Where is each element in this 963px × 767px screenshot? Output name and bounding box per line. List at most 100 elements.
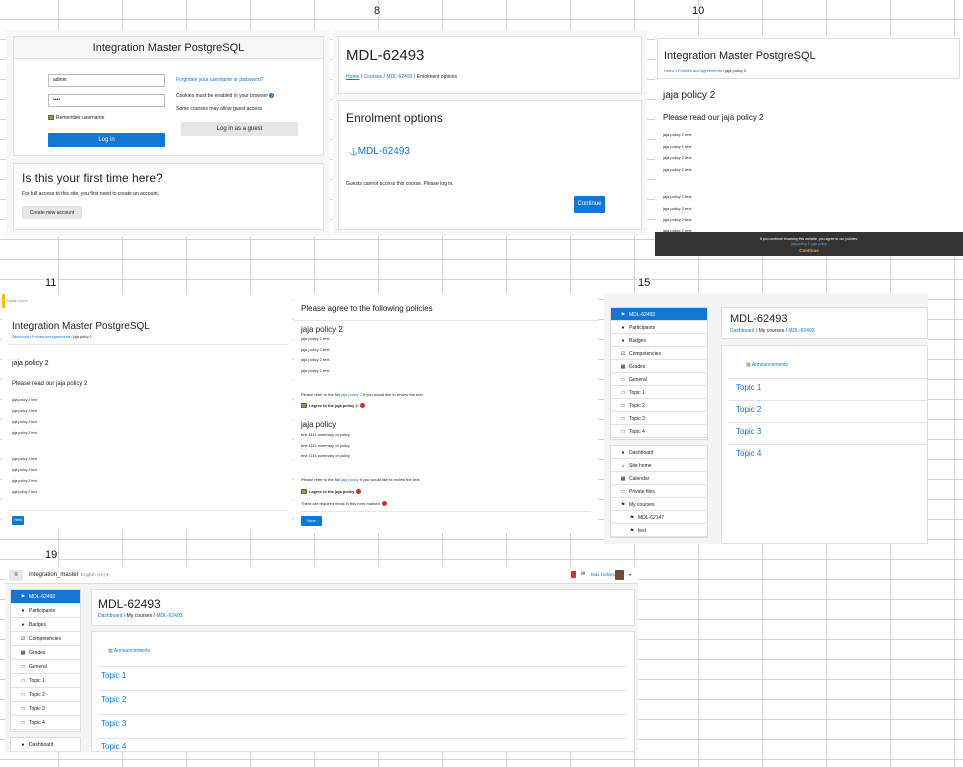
nav-grades[interactable]: ▦ Grades bbox=[611, 360, 707, 373]
nav-calendar[interactable]: ▦ Calendar bbox=[611, 472, 707, 485]
message-icon[interactable]: ✉ bbox=[581, 571, 585, 577]
forgot-link[interactable]: Forgotten your username or password? bbox=[176, 77, 264, 83]
crumb-current: Enrolment options bbox=[416, 74, 457, 80]
nav-general[interactable]: □ General bbox=[611, 373, 707, 386]
nav-topic-4[interactable]: □ Topic 4 bbox=[611, 425, 707, 438]
nav-topic-3[interactable]: □ Topic 3 bbox=[611, 412, 707, 425]
help-icon[interactable]: ? bbox=[269, 93, 275, 98]
site-name[interactable]: integration_master bbox=[29, 572, 79, 578]
nav-dashboard[interactable]: ● Dashboard bbox=[11, 738, 80, 752]
cookie-continue-button[interactable]: Continue bbox=[655, 248, 963, 253]
nav-topic-4[interactable]: □ Topic 4 bbox=[11, 716, 80, 730]
menu-toggle-button[interactable]: ≡ bbox=[9, 570, 23, 581]
policy1-link[interactable]: jaja policy 2 bbox=[341, 392, 362, 397]
nav-grades[interactable]: ▦ Grades bbox=[11, 646, 80, 660]
topic-1-heading[interactable]: Topic 1 bbox=[736, 383, 761, 392]
checkbox-icon bbox=[301, 489, 307, 495]
notification-icon[interactable] bbox=[571, 571, 576, 578]
avatar[interactable] bbox=[615, 570, 624, 580]
course-link[interactable]: ⚓MDL-62493 bbox=[349, 146, 410, 157]
breadcrumb: Dashboard / Policies and agreements / ja… bbox=[12, 335, 92, 339]
topic-2-heading[interactable]: Topic 2 bbox=[101, 695, 126, 704]
nav-course-mdl-62147[interactable]: ⚑ MDL-62147 bbox=[611, 511, 707, 524]
crumb-my-courses[interactable]: My courses bbox=[127, 613, 153, 619]
refer-text: Please refer to the full bbox=[301, 477, 342, 482]
nav-badges[interactable]: ♦ Badges bbox=[611, 334, 707, 347]
crumb-home[interactable]: Home bbox=[346, 74, 359, 80]
next-button[interactable]: Next bbox=[301, 516, 322, 526]
guest-login-button[interactable]: Log in as a guest bbox=[181, 122, 298, 136]
nav-private-files[interactable]: □ Private files bbox=[611, 485, 707, 498]
nav-badges[interactable]: ♦ Badges bbox=[11, 618, 80, 632]
crumb-course[interactable]: MDL-62493 bbox=[788, 328, 814, 334]
policy2-agree-checkbox[interactable]: I agree to the jaja policy bbox=[301, 489, 362, 495]
nav-my-courses[interactable]: ⚑ My courses bbox=[611, 498, 707, 511]
crumb-my-courses[interactable]: My courses bbox=[759, 328, 785, 334]
crumb-policies[interactable]: Policies and agreements bbox=[678, 68, 722, 73]
topic-2-heading[interactable]: Topic 2 bbox=[736, 405, 761, 414]
nav-general[interactable]: □ General bbox=[11, 660, 80, 674]
policy-heading: jaja policy 2 bbox=[12, 360, 49, 367]
password-input[interactable]: •••• bbox=[48, 94, 165, 107]
nav-label: My courses bbox=[629, 502, 655, 508]
announcements-link[interactable]: ▩ Announcements bbox=[108, 648, 150, 654]
crumb-policies[interactable]: Policies and agreements bbox=[32, 335, 70, 339]
crumb-course[interactable]: MDL-62493 bbox=[386, 74, 412, 80]
policy-heading: jaja policy 2 bbox=[663, 90, 716, 101]
language-menu[interactable]: English (en) ▾ bbox=[6, 299, 27, 303]
nav-course[interactable]: ⚑ MDL-62493 bbox=[611, 308, 707, 321]
crumb-courses[interactable]: Courses bbox=[364, 74, 383, 80]
nav-topic-2[interactable]: □ Topic 2 bbox=[611, 399, 707, 412]
nav-participants[interactable]: ● Participants bbox=[11, 604, 80, 618]
remember-checkbox-row[interactable]: Remember username bbox=[48, 115, 104, 121]
crumb-dashboard[interactable]: Dashboard bbox=[12, 335, 29, 339]
nav-course[interactable]: ⚑ MDL-62493 bbox=[11, 590, 80, 604]
crumb-current: jaja policy 2 bbox=[73, 335, 92, 339]
nav-competencies[interactable]: ☑ Competencies bbox=[11, 632, 80, 646]
user-menu-caret-icon[interactable]: ▾ bbox=[629, 572, 631, 577]
nav-topic-3[interactable]: □ Topic 3 bbox=[11, 702, 80, 716]
nav-site-home[interactable]: ⌂ Site home bbox=[611, 459, 707, 472]
announcements-label: Announcements bbox=[113, 648, 150, 654]
nav-topic-1[interactable]: □ Topic 1 bbox=[11, 674, 80, 688]
announcements-link[interactable]: ▩ Announcements bbox=[746, 362, 788, 368]
shield-icon: ♦ bbox=[621, 338, 625, 344]
topic-3-heading[interactable]: Topic 3 bbox=[101, 719, 126, 728]
graduation-cap-icon: ⚑ bbox=[629, 515, 635, 521]
nav-label: Topic 4 bbox=[629, 429, 645, 435]
crumb-dashboard[interactable]: Dashboard bbox=[98, 613, 122, 619]
first-time-desc: For full access to this site, you first … bbox=[22, 191, 160, 197]
nav-course-test[interactable]: ⚑ test bbox=[611, 524, 707, 537]
folder-icon: □ bbox=[621, 429, 625, 435]
nav-participants[interactable]: ● Participants bbox=[611, 321, 707, 334]
login-button[interactable]: Log in bbox=[48, 133, 165, 147]
crumb-dashboard[interactable]: Dashboard bbox=[730, 328, 754, 334]
topic-3-heading[interactable]: Topic 3 bbox=[736, 427, 761, 436]
enrol-card: Enrolment options ⚓MDL-62493 Guests cann… bbox=[338, 100, 642, 230]
create-account-button[interactable]: Create new account bbox=[22, 206, 82, 219]
policy2-link[interactable]: jaja policy bbox=[341, 477, 359, 482]
topic-4-heading[interactable]: Topic 4 bbox=[736, 449, 761, 458]
username-input[interactable]: admin bbox=[48, 74, 165, 87]
cookie-bar: If you continue browsing this website, y… bbox=[655, 232, 963, 256]
nav-topic-2[interactable]: □ Topic 2 bbox=[11, 688, 80, 702]
crumb-home[interactable]: Home bbox=[664, 68, 675, 73]
nav-block-site: ● Dashboard ⌂ Site home ▦ Calendar □ Private… bbox=[610, 445, 708, 538]
next-button[interactable]: Next bbox=[12, 516, 24, 525]
nav-label: Topic 1 bbox=[29, 678, 45, 684]
policy1-agree-checkbox[interactable]: I agree to the jaja policy 2 bbox=[301, 403, 365, 409]
language-menu[interactable]: English (en) ▾ bbox=[81, 572, 109, 578]
nav-dashboard[interactable]: ● Dashboard bbox=[611, 446, 707, 459]
continue-button[interactable]: Continue bbox=[574, 196, 605, 213]
breadcrumb: Home / Courses / MDL-62493 / Enrolment o… bbox=[346, 74, 457, 80]
cookie-policies-link[interactable]: jaja policy 2, jaja policy bbox=[655, 242, 963, 246]
topic-1-heading[interactable]: Topic 1 bbox=[101, 671, 126, 680]
folder-icon: □ bbox=[21, 692, 25, 698]
crumb-course[interactable]: MDL-62493 bbox=[156, 613, 182, 619]
user-name[interactable]: Max Holland bbox=[591, 572, 616, 577]
guest-message: Guests cannot access this course. Please… bbox=[346, 181, 454, 187]
nav-topic-1[interactable]: □ Topic 1 bbox=[611, 386, 707, 399]
breadcrumb: Dashboard / My courses / MDL-62493 bbox=[730, 328, 815, 334]
topic-4-heading[interactable]: Topic 4 bbox=[101, 742, 126, 751]
nav-competencies[interactable]: ☑ Competencies bbox=[611, 347, 707, 360]
